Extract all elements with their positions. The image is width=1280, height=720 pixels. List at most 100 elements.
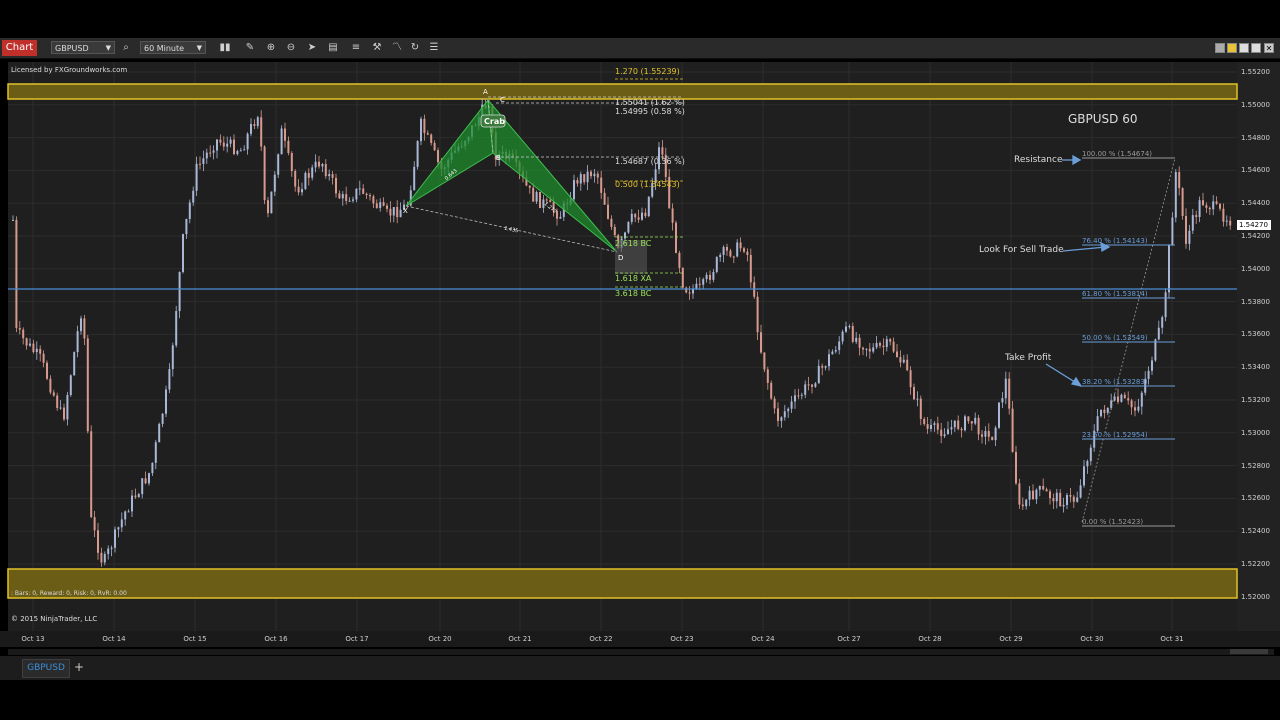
date-tick-label: Oct 13 — [21, 635, 45, 643]
candle-body — [311, 167, 314, 178]
candle-body — [314, 161, 317, 168]
candle-body — [420, 118, 422, 142]
candle-body — [348, 200, 351, 202]
candle-body — [192, 190, 195, 203]
candle-body — [967, 416, 970, 422]
candle-body — [209, 152, 212, 154]
candle-body — [229, 139, 232, 144]
candle-body — [352, 199, 354, 201]
date-tick-label: Oct 28 — [918, 635, 942, 643]
candle-body — [804, 384, 807, 395]
point-c: C — [500, 96, 505, 104]
candle-body — [739, 242, 742, 249]
price-tick-label: 1.52800 — [1241, 461, 1270, 470]
candle-body — [1028, 490, 1031, 500]
candle-body — [1171, 217, 1174, 246]
candle-body — [698, 283, 701, 285]
date-tick-label: Oct 20 — [428, 635, 452, 643]
candle-body — [243, 149, 246, 151]
candle-body — [277, 154, 280, 175]
candle-body — [63, 407, 65, 420]
date-tick-label: Oct 14 — [102, 635, 126, 643]
pattern-level-6: 2.618 BC — [615, 239, 652, 248]
candle-body — [1191, 215, 1194, 231]
horizontal-scrollbar[interactable] — [8, 649, 1274, 655]
candle-body — [1127, 398, 1130, 401]
candle-body — [814, 383, 817, 387]
candle-body — [732, 256, 735, 258]
candle-body — [56, 395, 59, 409]
candle-body — [379, 202, 382, 209]
candle-body — [607, 204, 609, 219]
candle-body — [644, 212, 647, 217]
candle-body — [987, 430, 990, 437]
candle-body — [1079, 485, 1082, 498]
price-tick-label: 1.52000 — [1241, 592, 1270, 601]
candle-body — [345, 194, 348, 201]
candle-body — [940, 429, 943, 437]
candle-body — [603, 192, 606, 205]
candle-body — [858, 337, 861, 348]
price-tick-label: 1.52200 — [1241, 560, 1270, 568]
candle-body — [862, 347, 864, 350]
candle-body — [848, 326, 851, 328]
candle-body — [199, 163, 201, 165]
candle-body — [1001, 398, 1004, 403]
candle-body — [1045, 489, 1048, 492]
candle-body — [151, 462, 154, 474]
price-tick-label: 1.53000 — [1241, 428, 1270, 437]
candle-body — [828, 354, 830, 367]
date-tick-label: Oct 31 — [1160, 635, 1184, 643]
candle-body — [382, 202, 385, 206]
current-price-label: 1.54270 — [1239, 221, 1268, 229]
pattern-level-5: 0.500 (1.54543) — [615, 180, 680, 189]
point-d: D — [618, 254, 624, 262]
candle-body — [39, 348, 42, 354]
candle-body — [783, 411, 786, 418]
date-tick-label: Oct 30 — [1080, 635, 1104, 643]
candle-body — [726, 247, 728, 251]
candle-body — [29, 343, 31, 346]
candle-body — [892, 341, 895, 352]
candle-body — [685, 287, 688, 293]
candle-body — [100, 552, 103, 563]
candle-body — [389, 208, 392, 216]
candle-body — [131, 495, 133, 512]
sell-annotation: Look For Sell Trade — [979, 245, 1064, 255]
resistance-zone — [7, 83, 1238, 100]
candle-body — [596, 173, 599, 178]
candle-body — [219, 139, 222, 143]
candle-body — [1168, 245, 1170, 293]
candle-body — [705, 274, 708, 280]
candle-body — [338, 193, 341, 199]
candle-body — [896, 351, 898, 358]
candle-body — [73, 352, 76, 376]
candle-body — [297, 186, 300, 193]
candle-body — [161, 413, 164, 424]
candle-body — [641, 212, 643, 220]
candle-body — [372, 196, 375, 204]
candle-body — [715, 257, 718, 272]
candle-body — [1103, 409, 1106, 413]
candle-body — [970, 421, 973, 424]
candle-body — [307, 172, 310, 178]
candle-body — [902, 359, 905, 363]
candle-body — [1072, 496, 1075, 502]
candle-body — [69, 375, 72, 396]
date-tick-label: Oct 24 — [751, 635, 775, 643]
candle-body — [821, 365, 824, 368]
candle-body — [83, 318, 86, 339]
candle-body — [790, 401, 793, 409]
candle-body — [579, 174, 582, 184]
add-tab-button[interactable]: + — [72, 659, 86, 676]
pattern-name-badge: Crab — [484, 117, 505, 126]
candle-body — [216, 139, 218, 151]
candle-body — [226, 143, 229, 147]
candle-body — [1021, 504, 1024, 507]
scroll-thumb[interactable] — [1230, 649, 1268, 654]
candle-body — [947, 429, 949, 435]
candle-body — [1222, 208, 1225, 222]
date-tick-label: Oct 16 — [264, 635, 288, 643]
candle-body — [263, 146, 266, 201]
tab-gbpusd[interactable]: GBPUSD — [22, 659, 70, 678]
